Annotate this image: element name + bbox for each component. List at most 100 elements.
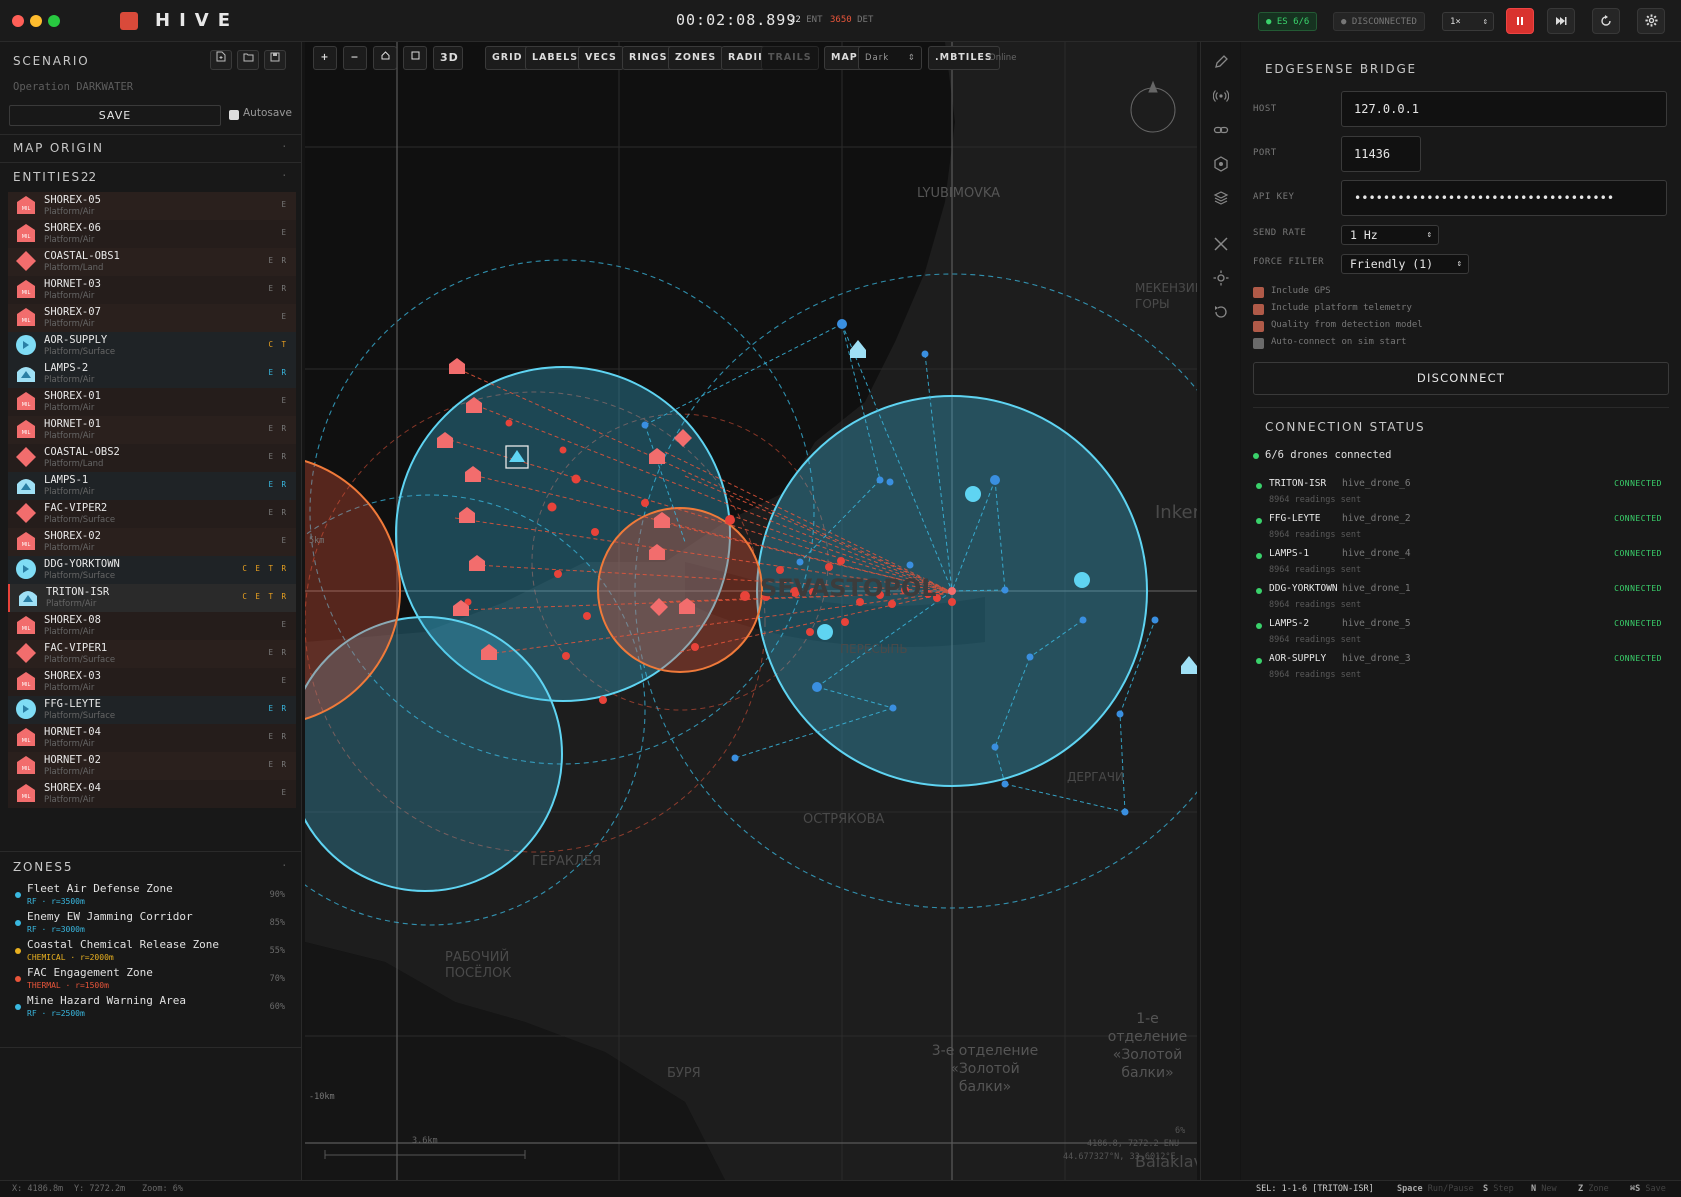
entity-row[interactable]: MIL SHOREX-01 Platform/Air E: [8, 388, 296, 416]
step-forward-button[interactable]: [1547, 8, 1575, 34]
new-scenario-button[interactable]: [210, 50, 232, 70]
zone-row[interactable]: Enemy EW Jamming Corridor RF · r=3000m 85%: [10, 910, 295, 938]
settings-button[interactable]: [1637, 8, 1665, 34]
zoom-out-button[interactable]: −: [343, 46, 367, 70]
map-style-select[interactable]: Dark ⇕: [858, 46, 922, 70]
host-input[interactable]: 127.0.0.1: [1341, 91, 1667, 127]
vecs-toggle-button[interactable]: VECS: [578, 46, 624, 70]
drone-list: TRITON-ISR hive_drone_6 CONNECTED 8964 read…: [1241, 476, 1681, 696]
scissors-icon[interactable]: [1213, 236, 1229, 252]
maximize-window-icon[interactable]: [48, 15, 60, 27]
drone-row[interactable]: TRITON-ISR hive_drone_6 CONNECTED 8964 read…: [1252, 476, 1668, 510]
layers-icon[interactable]: [1213, 190, 1229, 206]
drone-id: hive_drone_5: [1342, 618, 1411, 629]
entity-row[interactable]: MIL SHOREX-08 Platform/Air E: [8, 612, 296, 640]
trails-toggle-button[interactable]: TRAILS: [761, 46, 819, 70]
entity-row[interactable]: MIL HORNET-01 Platform/Air E R: [8, 416, 296, 444]
pencil-icon[interactable]: [1213, 54, 1229, 70]
entities-header[interactable]: ENTITIES22: [13, 170, 96, 184]
entity-row[interactable]: COASTAL-OBS1 Platform/Land E R: [8, 248, 296, 276]
fit-view-button[interactable]: [403, 46, 427, 70]
entity-row[interactable]: MIL HORNET-03 Platform/Air E R: [8, 276, 296, 304]
scenario-name[interactable]: Operation DARKWATER: [13, 81, 133, 93]
force-filter-select[interactable]: Friendly (1) ⇕: [1341, 254, 1469, 274]
top-bar: HIVE 00:02:08.899 22 ENT 3650 DET ● ES 6…: [0, 0, 1681, 42]
save-scenario-button[interactable]: [264, 50, 286, 70]
entity-row[interactable]: COASTAL-OBS2 Platform/Land E R: [8, 444, 296, 472]
broadcast-icon[interactable]: [1213, 88, 1229, 104]
pause-button[interactable]: [1506, 8, 1534, 34]
labels-toggle-button[interactable]: LABELS: [525, 46, 586, 70]
include-gps-checkbox[interactable]: [1253, 287, 1264, 298]
svg-text:MIL: MIL: [22, 542, 31, 548]
zone-fac-engagement[interactable]: [597, 507, 763, 673]
include-telemetry-checkbox[interactable]: [1253, 304, 1264, 315]
speed-select[interactable]: 1× ⇕: [1442, 12, 1494, 31]
drone-row[interactable]: FFG-LEYTE hive_drone_2 CONNECTED 8964 readi…: [1252, 511, 1668, 545]
zone-name: Mine Hazard Warning Area: [27, 994, 186, 1007]
entity-row[interactable]: TRITON-ISR Platform/Air C E T R: [8, 584, 296, 612]
zone-row[interactable]: FAC Engagement Zone THERMAL · r=1500m 70%: [10, 966, 295, 994]
quality-model-checkbox[interactable]: [1253, 321, 1264, 332]
send-rate-select[interactable]: 1 Hz ⇕: [1341, 225, 1439, 245]
entity-row[interactable]: AOR-SUPPLY Platform/Surface C T: [8, 332, 296, 360]
map-viewport[interactable]: LYUBIMOVKA МЕКЕНЗИЕВЫ ГОРЫ SEVASTOPOL ПЕ…: [305, 42, 1197, 1180]
zone-row[interactable]: Fleet Air Defense Zone RF · r=3500m 90%: [10, 882, 295, 910]
es-status-badge[interactable]: ● ES 6/6: [1258, 12, 1318, 31]
zones-toggle-button[interactable]: ZONES: [668, 46, 724, 70]
entity-type: Platform/Air: [44, 627, 95, 637]
entity-row[interactable]: LAMPS-2 Platform/Air E R: [8, 360, 296, 388]
map-origin-toggle-icon[interactable]: ·: [281, 140, 288, 153]
zone-row[interactable]: Mine Hazard Warning Area RF · r=2500m 60%: [10, 994, 295, 1022]
hexagon-icon[interactable]: [1213, 156, 1229, 172]
apikey-input[interactable]: ••••••••••••••••••••••••••••••••••••: [1341, 180, 1667, 216]
map-origin-header[interactable]: MAP ORIGIN: [13, 141, 104, 155]
zoom-in-button[interactable]: +: [313, 46, 337, 70]
save-button[interactable]: SAVE: [9, 105, 221, 126]
reset-button[interactable]: [1592, 8, 1620, 34]
entity-row[interactable]: MIL SHOREX-07 Platform/Air E: [8, 304, 296, 332]
minimize-window-icon[interactable]: [30, 15, 42, 27]
sun-icon[interactable]: [1213, 270, 1229, 286]
drone-row[interactable]: AOR-SUPPLY hive_drone_3 CONNECTED 8964 read…: [1252, 651, 1668, 685]
friendly-air-icon: [17, 367, 35, 382]
open-scenario-button[interactable]: [237, 50, 259, 70]
entity-row[interactable]: MIL HORNET-02 Platform/Air E R: [8, 752, 296, 780]
drone-row[interactable]: LAMPS-1 hive_drone_4 CONNECTED 8964 reading…: [1252, 546, 1668, 580]
entity-row[interactable]: MIL HORNET-04 Platform/Air E R: [8, 724, 296, 752]
entity-row[interactable]: MIL SHOREX-04 Platform/Air E: [8, 780, 296, 808]
drone-row[interactable]: DDG-YORKTOWN hive_drone_1 CONNECTED 8964 re…: [1252, 581, 1668, 615]
entity-row[interactable]: LAMPS-1 Platform/Air E R: [8, 472, 296, 500]
entity-type: Platform/Air: [46, 599, 97, 609]
map-canvas[interactable]: [305, 42, 1197, 1180]
port-input[interactable]: 11436: [1341, 136, 1421, 172]
3d-toggle-button[interactable]: 3D: [433, 46, 463, 70]
disconnect-button[interactable]: DISCONNECT: [1253, 362, 1669, 395]
autoconnect-checkbox[interactable]: [1253, 338, 1264, 349]
entities-toggle-icon[interactable]: ·: [281, 169, 288, 182]
entity-row[interactable]: FFG-LEYTE Platform/Surface E R: [8, 696, 296, 724]
zone-row[interactable]: Coastal Chemical Release Zone CHEMICAL · …: [10, 938, 295, 966]
drone-status-dot: [1256, 483, 1262, 489]
entity-type: Platform/Air: [44, 319, 95, 329]
drone-name: LAMPS-2: [1269, 618, 1310, 629]
entity-row[interactable]: MIL SHOREX-02 Platform/Air E: [8, 528, 296, 556]
entity-row[interactable]: MIL SHOREX-05 Platform/Air E: [8, 192, 296, 220]
link-icon[interactable]: [1213, 122, 1229, 138]
map-label-dergachi: ДЕРГАЧИ: [1067, 770, 1124, 784]
grid-toggle-button[interactable]: GRID: [485, 46, 530, 70]
zones-toggle-icon[interactable]: ·: [281, 859, 288, 872]
drone-row[interactable]: LAMPS-2 hive_drone_5 CONNECTED 8964 reading…: [1252, 616, 1668, 650]
rings-toggle-button[interactable]: RINGS: [622, 46, 675, 70]
entity-row[interactable]: FAC-VIPER2 Platform/Surface E R: [8, 500, 296, 528]
zones-header[interactable]: ZONES5: [13, 860, 71, 874]
entity-name: AOR-SUPPLY: [44, 334, 108, 346]
autosave-checkbox[interactable]: [229, 110, 239, 120]
history-icon[interactable]: [1213, 304, 1229, 320]
entity-row[interactable]: MIL SHOREX-03 Platform/Air E: [8, 668, 296, 696]
close-window-icon[interactable]: [12, 15, 24, 27]
entity-row[interactable]: MIL SHOREX-06 Platform/Air E: [8, 220, 296, 248]
home-button[interactable]: [373, 46, 397, 70]
entity-row[interactable]: DDG-YORKTOWN Platform/Surface C E T R: [8, 556, 296, 584]
entity-row[interactable]: FAC-VIPER1 Platform/Surface E R: [8, 640, 296, 668]
